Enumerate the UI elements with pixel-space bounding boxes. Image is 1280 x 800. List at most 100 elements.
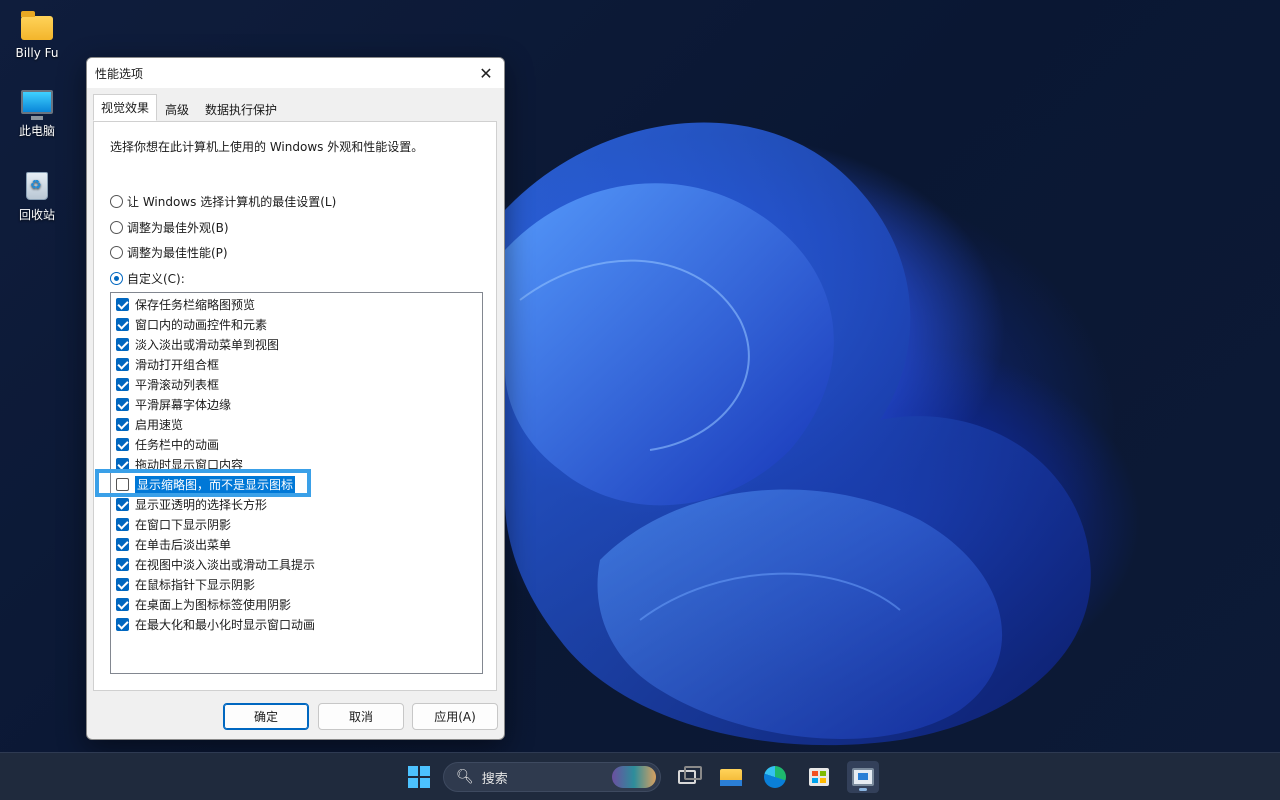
store-button[interactable] [803,761,835,793]
radio-label: 调整为最佳性能(P) [127,244,228,261]
checkbox-checked[interactable] [116,398,129,411]
file-explorer-icon [720,769,742,786]
checkbox-checked[interactable] [116,538,129,551]
list-item[interactable]: 平滑屏幕字体边缘 [116,395,231,413]
checkbox-checked[interactable] [116,558,129,571]
list-item-label: 淡入淡出或滑动菜单到视图 [135,336,279,353]
list-item[interactable]: 在视图中淡入淡出或滑动工具提示 [116,555,315,573]
list-item[interactable]: 淡入淡出或滑动菜单到视图 [116,335,279,353]
checkbox-checked[interactable] [116,458,129,471]
checkbox-checked[interactable] [116,338,129,351]
list-item[interactable]: 拖动时显示窗口内容 [116,455,243,473]
list-item[interactable]: 在鼠标指针下显示阴影 [116,575,255,593]
list-item-label: 在单击后淡出菜单 [135,536,231,553]
list-item[interactable]: 窗口内的动画控件和元素 [116,315,267,333]
search-icon: 🔍︎ [456,769,474,785]
radio-best-appearance[interactable]: 调整为最佳外观(B) [110,219,229,236]
list-item-label: 滑动打开组合框 [135,356,219,373]
checkbox-checked[interactable] [116,358,129,371]
taskbar: 🔍︎ 搜索 [0,752,1280,800]
ok-button[interactable]: 确定 [223,703,309,730]
radio-button[interactable] [110,221,123,234]
radio-button[interactable] [110,195,123,208]
close-button[interactable]: ✕ [468,58,504,88]
dialog-titlebar[interactable]: 性能选项 ✕ [87,58,504,88]
desktop-icon-this-pc[interactable]: 此电脑 [1,90,73,139]
apply-button[interactable]: 应用(A) [412,703,498,730]
tab-strip: 视觉效果 高级 数据执行保护 [93,96,285,120]
checkbox-checked[interactable] [116,518,129,531]
list-item-label: 显示缩略图，而不是显示图标 [135,476,295,493]
recycle-bin-icon [26,172,48,200]
radio-label: 自定义(C): [127,270,185,287]
checkbox-checked[interactable] [116,418,129,431]
tab-visual-effects[interactable]: 视觉效果 [93,94,157,121]
radio-label: 调整为最佳外观(B) [127,219,229,236]
checkbox-checked[interactable] [116,438,129,451]
checkbox-checked[interactable] [116,578,129,591]
edge-button[interactable] [759,761,791,793]
list-item-label: 保存任务栏缩略图预览 [135,296,255,313]
list-item[interactable]: 任务栏中的动画 [116,435,219,453]
desktop-icon-recycle-bin[interactable]: 回收站 [1,172,73,223]
active-indicator [859,788,867,791]
radio-best-performance[interactable]: 调整为最佳性能(P) [110,244,228,261]
list-item[interactable]: 在最大化和最小化时显示窗口动画 [116,615,315,633]
checkbox-checked[interactable] [116,378,129,391]
checkbox-unchecked[interactable] [116,478,129,491]
list-item-label: 启用速览 [135,416,183,433]
list-item-label: 平滑屏幕字体边缘 [135,396,231,413]
store-icon [809,768,829,786]
checkbox-checked[interactable] [116,498,129,511]
list-item-label: 拖动时显示窗口内容 [135,456,243,473]
taskbar-search[interactable]: 🔍︎ 搜索 [443,762,661,792]
tab-advanced[interactable]: 高级 [157,96,197,120]
visual-effects-panel: 选择你想在此计算机上使用的 Windows 外观和性能设置。 让 Windows… [93,121,497,691]
task-view-button[interactable] [671,761,703,793]
list-item-label: 任务栏中的动画 [135,436,219,453]
start-button[interactable] [403,761,435,793]
file-explorer-button[interactable] [715,761,747,793]
checkbox-checked[interactable] [116,618,129,631]
list-item-label: 显示亚透明的选择长方形 [135,496,267,513]
desktop-icon-user-folder[interactable]: Billy Fu [1,8,73,60]
list-item[interactable]: 保存任务栏缩略图预览 [116,295,255,313]
list-item[interactable]: 在单击后淡出菜单 [116,535,231,553]
list-item-selected[interactable]: 显示缩略图，而不是显示图标 [116,475,295,493]
list-item[interactable]: 滑动打开组合框 [116,355,219,373]
list-item-label: 在视图中淡入淡出或滑动工具提示 [135,556,315,573]
cancel-button[interactable]: 取消 [318,703,404,730]
list-item-label: 在桌面上为图标标签使用阴影 [135,596,291,613]
list-item[interactable]: 在桌面上为图标标签使用阴影 [116,595,291,613]
radio-let-windows-choose[interactable]: 让 Windows 选择计算机的最佳设置(L) [110,193,336,210]
system-properties-icon [852,768,874,786]
tab-data-execution-prevention[interactable]: 数据执行保护 [197,96,285,120]
radio-custom[interactable]: 自定义(C): [110,270,185,287]
list-item[interactable]: 启用速览 [116,415,183,433]
checkbox-checked[interactable] [116,298,129,311]
visual-effects-list[interactable]: 保存任务栏缩略图预览 窗口内的动画控件和元素 淡入淡出或滑动菜单到视图 滑动打开… [110,292,483,674]
checkbox-checked[interactable] [116,318,129,331]
desktop-icon-label: 回收站 [1,206,73,223]
radio-button-selected[interactable] [110,272,123,285]
list-item-label: 平滑滚动列表框 [135,376,219,393]
edge-icon [764,766,786,788]
intro-text: 选择你想在此计算机上使用的 Windows 外观和性能设置。 [110,138,423,155]
checkbox-checked[interactable] [116,598,129,611]
list-item[interactable]: 在窗口下显示阴影 [116,515,231,533]
search-highlight-art [612,766,656,788]
radio-label: 让 Windows 选择计算机的最佳设置(L) [127,193,336,210]
list-item[interactable]: 显示亚透明的选择长方形 [116,495,267,513]
list-item[interactable]: 平滑滚动列表框 [116,375,219,393]
dialog-title: 性能选项 [95,65,143,82]
performance-options-dialog: 性能选项 ✕ 视觉效果 高级 数据执行保护 选择你想在此计算机上使用的 Wind… [86,57,505,740]
start-icon [408,766,430,788]
list-item-label: 在最大化和最小化时显示窗口动画 [135,616,315,633]
close-icon: ✕ [479,64,492,83]
folder-icon [21,16,53,40]
radio-button[interactable] [110,246,123,259]
list-item-label: 在鼠标指针下显示阴影 [135,576,255,593]
task-view-icon [678,770,696,784]
system-properties-button[interactable] [847,761,879,793]
list-item-label: 窗口内的动画控件和元素 [135,316,267,333]
